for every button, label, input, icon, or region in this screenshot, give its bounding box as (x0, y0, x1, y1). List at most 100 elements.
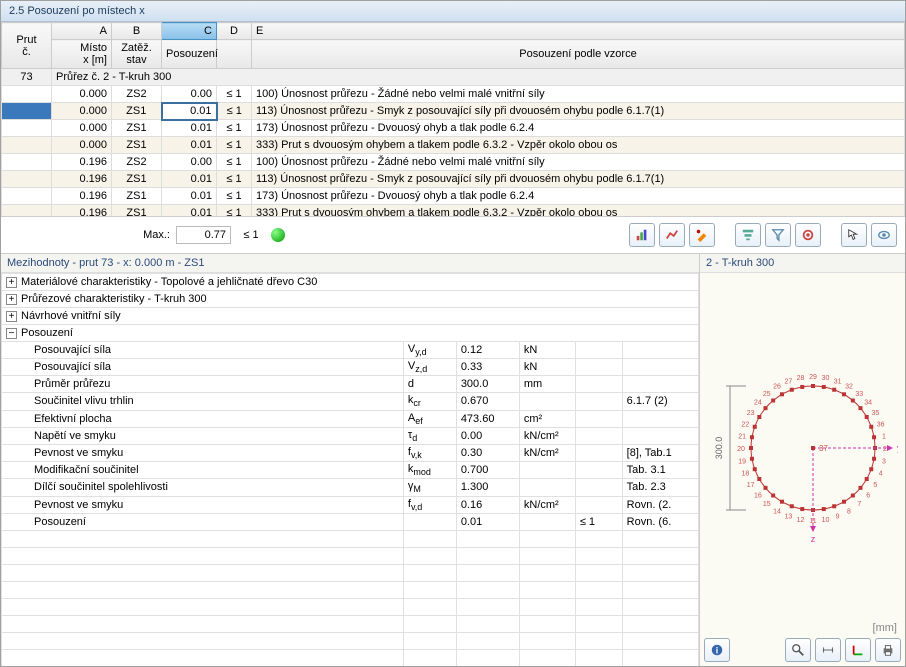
detail-row[interactable]: Posouvající sílaVz,d0.33kN (2, 359, 699, 376)
svg-text:i: i (716, 646, 718, 656)
table-row[interactable]: 0.000ZS10.01≤ 1113) Únosnost průřezu - S… (2, 103, 905, 120)
row-zs[interactable]: ZS2 (112, 154, 162, 171)
svg-text:31: 31 (833, 378, 841, 385)
col-c-header[interactable]: C (162, 23, 217, 40)
detail-row[interactable]: Modifikační součinitelkmod0.700Tab. 3.1 (2, 462, 699, 479)
row-desc: 333) Prut s dvouosým ohybem a tlakem pod… (252, 205, 905, 218)
row-zs[interactable]: ZS1 (112, 188, 162, 205)
row-x[interactable]: 0.196 (52, 154, 112, 171)
section-diagram[interactable]: 300.012345678910111213141516171819202122… (700, 273, 905, 622)
detail-row[interactable]: Efektivní plochaAef473.60cm² (2, 410, 699, 427)
row-prut (2, 137, 52, 154)
group-row[interactable]: −Posouzení (2, 325, 699, 342)
detail-row[interactable]: Pevnost ve smykufv,d0.16kN/cm²Rovn. (2. (2, 496, 699, 513)
table-row[interactable]: 0.196ZS10.01≤ 1333) Prut s dvouosým ohyb… (2, 205, 905, 218)
row-prut (2, 205, 52, 218)
row-check[interactable]: 0.01 (162, 137, 217, 154)
expand-icon[interactable]: + (6, 311, 17, 322)
settings-button[interactable] (795, 223, 821, 247)
expand-icon[interactable]: + (6, 294, 17, 305)
table-row[interactable]: 0.000ZS10.01≤ 1333) Prut s dvouosým ohyb… (2, 137, 905, 154)
table-row[interactable]: 0.000ZS20.00≤ 1100) Únosnost průřezu - Ž… (2, 86, 905, 103)
table-row[interactable]: 0.196ZS10.01≤ 1173) Únosnost průřezu - D… (2, 188, 905, 205)
table-row[interactable]: 0.196ZS10.01≤ 1113) Únosnost průřezu - S… (2, 171, 905, 188)
zoom-button[interactable] (785, 638, 811, 662)
details-grid[interactable]: +Materiálové charakteristiky - Topolové … (1, 273, 699, 666)
row-zs[interactable]: ZS2 (112, 86, 162, 103)
row-zs[interactable]: ZS1 (112, 137, 162, 154)
row-check[interactable]: 0.01 (162, 171, 217, 188)
row-zs[interactable]: ZS1 (112, 205, 162, 218)
expand-icon[interactable]: − (6, 328, 17, 339)
select-member-button[interactable] (841, 223, 867, 247)
detail-row[interactable]: Napětí ve smykuτd0.00kN/cm² (2, 427, 699, 444)
detail-row[interactable]: Průměr průřezud300.0mm (2, 376, 699, 393)
graph-2-button[interactable] (659, 223, 685, 247)
svg-text:36: 36 (876, 421, 884, 428)
table-row[interactable]: 0.196ZS20.00≤ 1100) Únosnost průřezu - Ž… (2, 154, 905, 171)
row-check[interactable]: 0.01 (162, 120, 217, 137)
table-row[interactable]: 0.000ZS10.01≤ 1173) Únosnost průřezu - D… (2, 120, 905, 137)
row-x[interactable]: 0.000 (52, 120, 112, 137)
detail-row[interactable]: Součinitel vlivu trhlinkcr0.6706.1.7 (2) (2, 393, 699, 410)
row-x[interactable]: 0.000 (52, 103, 112, 120)
color-button[interactable] (689, 223, 715, 247)
dimension-button[interactable] (815, 638, 841, 662)
detail-row[interactable]: Dílčí součinitel spolehlivostiγM1.300Tab… (2, 479, 699, 496)
col-d-sub (217, 40, 252, 69)
row-cmp: ≤ 1 (217, 205, 252, 218)
row-x[interactable]: 0.000 (52, 137, 112, 154)
filter-2-button[interactable] (765, 223, 791, 247)
svg-text:25: 25 (762, 390, 770, 397)
row-cmp: ≤ 1 (217, 137, 252, 154)
group-row[interactable]: +Materiálové charakteristiky - Topolové … (2, 274, 699, 291)
row-cmp: ≤ 1 (217, 120, 252, 137)
svg-text:6: 6 (866, 492, 870, 499)
svg-text:35: 35 (871, 410, 879, 417)
group-row[interactable]: +Průřezové charakteristiky - T-kruh 300 (2, 291, 699, 308)
svg-text:5: 5 (873, 482, 877, 489)
row-desc: 333) Prut s dvouosým ohybem a tlakem pod… (252, 137, 905, 154)
svg-text:8: 8 (847, 508, 851, 515)
view-button[interactable] (871, 223, 897, 247)
col-a-header[interactable]: A (52, 23, 112, 40)
section-label: Průřez č. 2 - T-kruh 300 (52, 69, 905, 86)
row-x[interactable]: 0.196 (52, 171, 112, 188)
axes-button[interactable] (845, 638, 871, 662)
svg-text:3: 3 (881, 458, 885, 465)
svg-text:22: 22 (741, 421, 749, 428)
row-check[interactable]: 0.00 (162, 154, 217, 171)
svg-text:14: 14 (773, 508, 781, 515)
max-value: 0.77 (176, 226, 231, 244)
print-button[interactable] (875, 638, 901, 662)
col-d-header[interactable]: D (217, 23, 252, 40)
svg-text:7: 7 (857, 501, 861, 508)
row-check[interactable]: 0.01 (162, 188, 217, 205)
row-zs[interactable]: ZS1 (112, 171, 162, 188)
row-prut (2, 188, 52, 205)
info-button[interactable]: i (704, 638, 730, 662)
row-zs[interactable]: ZS1 (112, 120, 162, 137)
svg-text:y: y (897, 443, 898, 453)
row-x[interactable]: 0.196 (52, 188, 112, 205)
row-check[interactable]: 0.00 (162, 86, 217, 103)
svg-text:30: 30 (821, 375, 829, 382)
filter-1-button[interactable] (735, 223, 761, 247)
group-row[interactable]: +Návrhové vnitřní síly (2, 308, 699, 325)
col-b-header[interactable]: B (112, 23, 162, 40)
svg-text:27: 27 (784, 378, 792, 385)
row-check[interactable]: 0.01 (162, 205, 217, 218)
detail-row[interactable]: Posouzení0.01≤ 1Rovn. (6. (2, 513, 699, 530)
row-check[interactable]: 0.01 (162, 103, 217, 120)
expand-icon[interactable]: + (6, 277, 17, 288)
graph-1-button[interactable] (629, 223, 655, 247)
svg-text:9: 9 (835, 513, 839, 520)
col-e-header[interactable]: E (252, 23, 905, 40)
design-grid[interactable]: Prut č. A B C D E Místo x [m] Zatěž. sta… (1, 22, 905, 217)
row-x[interactable]: 0.196 (52, 205, 112, 218)
detail-row[interactable]: Posouvající sílaVy,d0.12kN (2, 342, 699, 359)
col-c-sub: Posouzení (162, 40, 217, 69)
detail-row[interactable]: Pevnost ve smykufv,k0.30kN/cm²[8], Tab.1 (2, 444, 699, 461)
row-x[interactable]: 0.000 (52, 86, 112, 103)
row-zs[interactable]: ZS1 (112, 103, 162, 120)
